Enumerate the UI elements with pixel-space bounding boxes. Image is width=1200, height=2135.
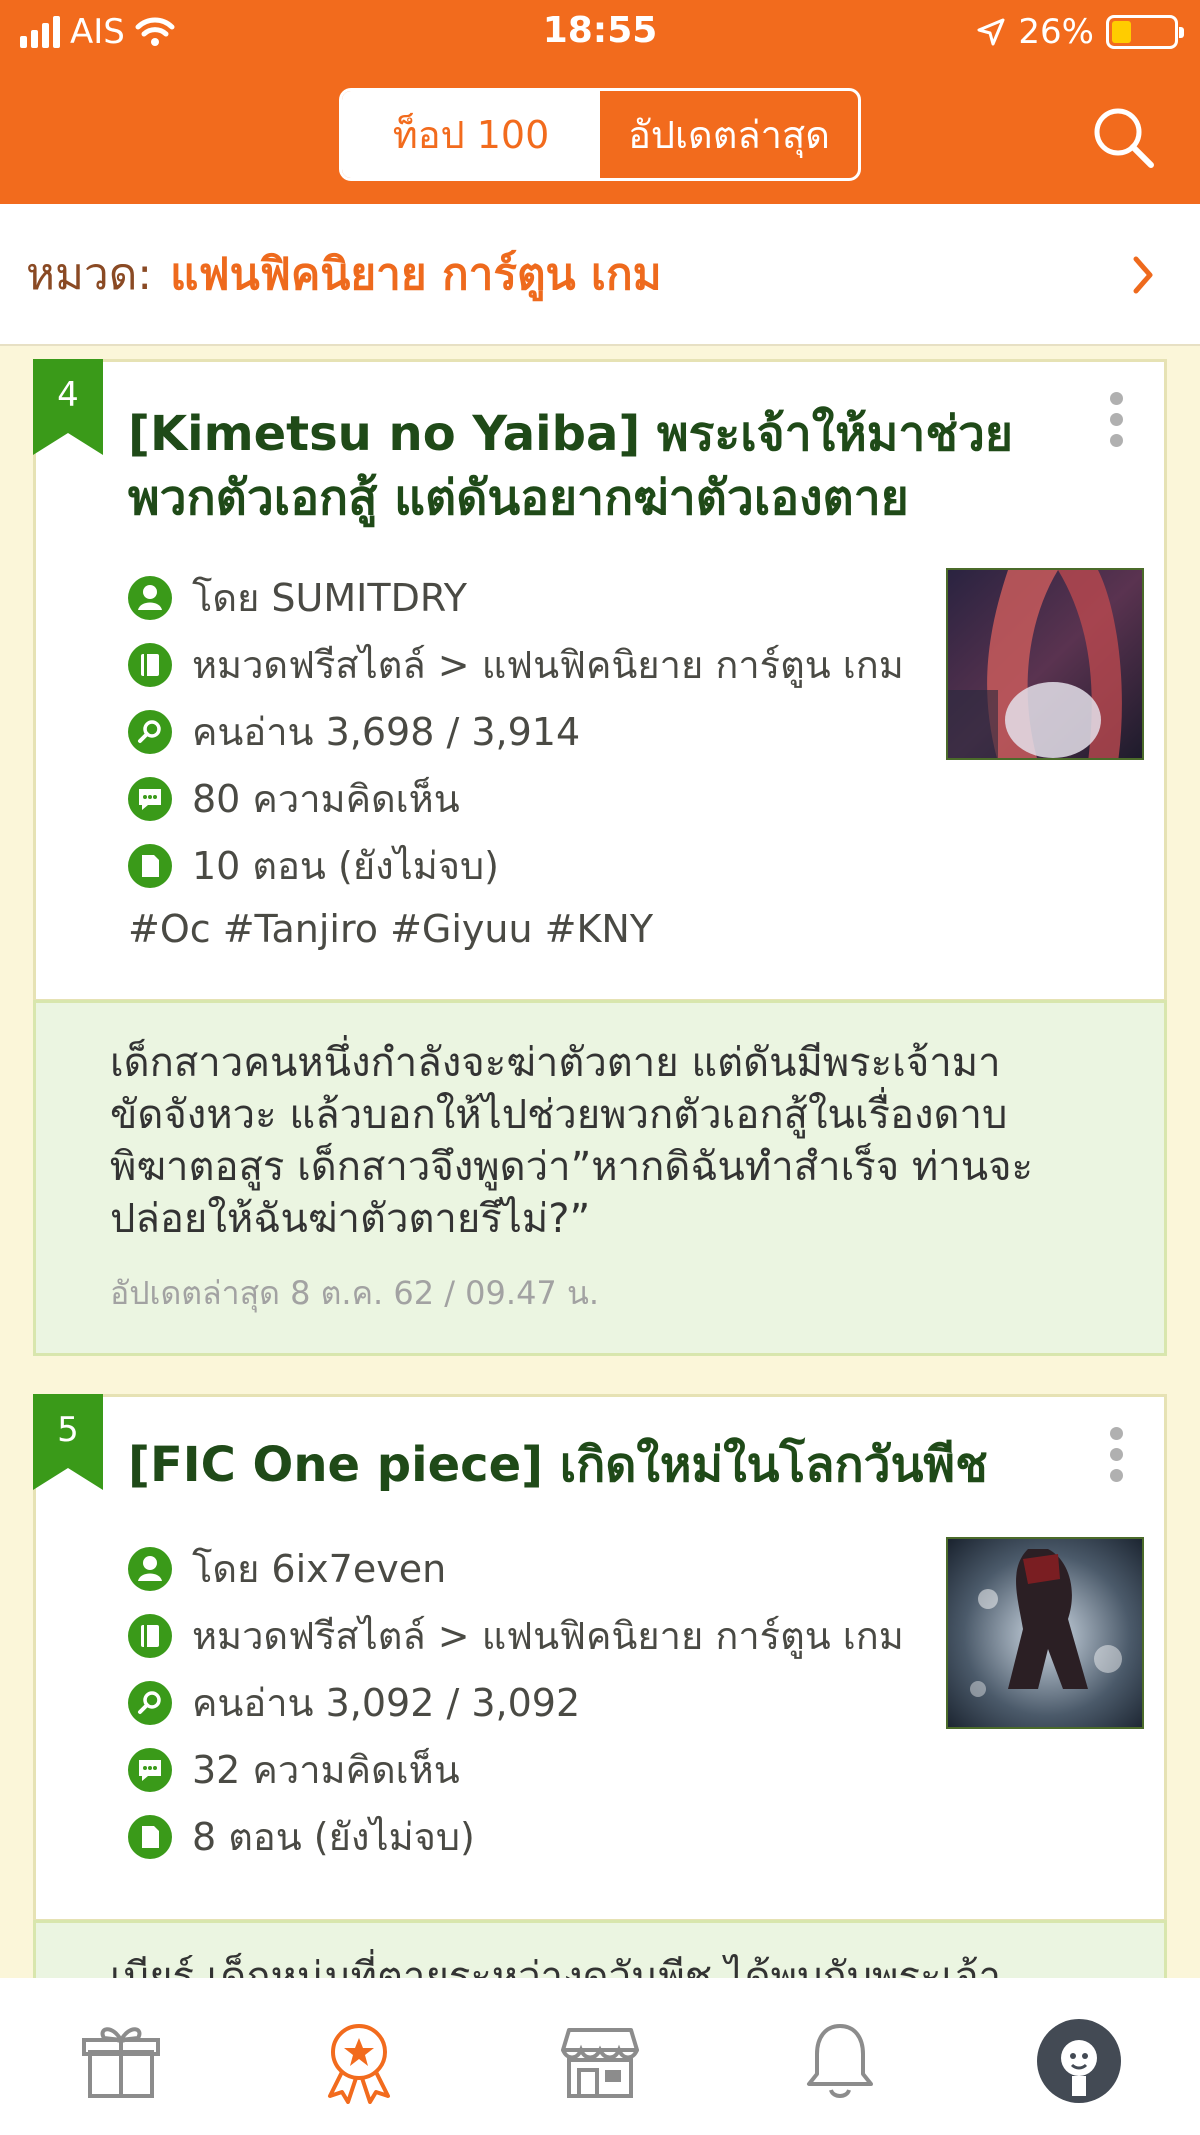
status-right: 26% [976, 12, 1184, 52]
battery-icon [1106, 15, 1184, 49]
category-selector[interactable]: หมวด: แฟนฟิคนิยาย การ์ตูน เกม [0, 204, 1200, 346]
category-name: แฟนฟิคนิยาย การ์ตูน เกม [170, 249, 662, 300]
story-card[interactable]: 5 [FIC One piece] เกิดใหม่ในโลกวันพีช โด… [33, 1394, 1167, 1922]
category-label: หมวดฟรีสไตล์ > แฟนฟิคนิยาย การ์ตูน เกม [192, 643, 904, 687]
cover-art [948, 570, 1142, 758]
episodes-row: 10 ตอน (ยังไม่จบ) [128, 832, 904, 899]
views-row: คนอ่าน 3,698 / 3,914 [128, 698, 904, 765]
views-label: คนอ่าน 3,092 / 3,092 [192, 1681, 581, 1725]
comments-label: 80 ความคิดเห็น [192, 777, 460, 821]
magnifier-icon [128, 709, 172, 754]
book-icon [128, 1613, 172, 1658]
story-meta: โดย SUMITDRY หมวดฟรีสไตล์ > แฟนฟิคนิยาย … [128, 564, 904, 951]
location-arrow-icon [977, 18, 1005, 46]
author-row[interactable]: โดย 6ix7even [128, 1535, 904, 1602]
bell-icon[interactable] [797, 2018, 883, 2104]
rank-number: 4 [57, 375, 79, 415]
search-icon[interactable] [1088, 102, 1158, 172]
author-row[interactable]: โดย SUMITDRY [128, 564, 904, 631]
shop-icon[interactable] [557, 2018, 643, 2104]
tab-latest-update[interactable]: อัปเดตล่าสุด [600, 91, 858, 178]
page-icon [128, 1814, 172, 1859]
comments-label: 32 ความคิดเห็น [192, 1748, 460, 1792]
author-label: โดย SUMITDRY [192, 576, 468, 620]
chevron-right-icon [1133, 256, 1153, 294]
user-icon [128, 1546, 172, 1591]
award-icon[interactable] [316, 2018, 402, 2104]
user-icon [128, 575, 172, 620]
category-row[interactable]: หมวดฟรีสไตล์ > แฟนฟิคนิยาย การ์ตูน เกม [128, 1602, 904, 1669]
story-title[interactable]: [FIC One piece] เกิดใหม่ในโลกวันพีช [128, 1433, 1014, 1497]
page-icon [128, 843, 172, 888]
story-card[interactable]: 4 [Kimetsu no Yaiba] พระเจ้าให้มาช่วยพวก… [33, 359, 1167, 1002]
segmented-control: ท็อป 100 อัปเดตล่าสุด [339, 88, 861, 181]
battery-percent: 26% [1018, 12, 1094, 52]
book-icon [128, 642, 172, 687]
status-bar: AIS 18:55 26% [0, 0, 1200, 68]
more-options-icon[interactable] [1110, 392, 1124, 455]
comment-icon [128, 776, 172, 821]
nav-bar: ท็อป 100 อัปเดตล่าสุด [0, 68, 1200, 204]
tab-bar [0, 1978, 1200, 2135]
story-meta: โดย 6ix7even หมวดฟรีสไตล์ > แฟนฟิคนิยาย … [128, 1535, 904, 1870]
magnifier-icon [128, 1680, 172, 1725]
last-updated: อัปเดตล่าสุด 8 ต.ค. 62 / 09.47 น. [110, 1274, 599, 1312]
tab-top-100[interactable]: ท็อป 100 [342, 91, 600, 178]
story-cover-image[interactable] [946, 568, 1144, 760]
cover-art [948, 1539, 1142, 1727]
summary-text: เด็กสาวคนหนึ่งกำลังจะฆ่าตัวตาย แต่ดันมีพ… [110, 1040, 1034, 1242]
more-options-icon[interactable] [1110, 1427, 1124, 1490]
author-label: โดย 6ix7even [192, 1547, 447, 1591]
story-cover-image[interactable] [946, 1537, 1144, 1729]
episodes-label: 10 ตอน (ยังไม่จบ) [192, 844, 500, 888]
story-title[interactable]: [Kimetsu no Yaiba] พระเจ้าให้มาช่วยพวกตั… [128, 402, 1014, 530]
story-summary[interactable]: เด็กสาวคนหนึ่งกำลังจะฆ่าตัวตาย แต่ดันมีพ… [33, 1000, 1167, 1356]
category-prefix: หมวด: [26, 249, 153, 300]
rank-number: 5 [57, 1410, 79, 1450]
comments-row[interactable]: 80 ความคิดเห็น [128, 765, 904, 832]
category-label: หมวดฟรีสไตล์ > แฟนฟิคนิยาย การ์ตูน เกม [192, 1614, 904, 1658]
comments-row[interactable]: 32 ความคิดเห็น [128, 1736, 904, 1803]
episodes-row: 8 ตอน (ยังไม่จบ) [128, 1803, 904, 1870]
comment-icon [128, 1747, 172, 1792]
category-row[interactable]: หมวดฟรีสไตล์ > แฟนฟิคนิยาย การ์ตูน เกม [128, 631, 904, 698]
episodes-label: 8 ตอน (ยังไม่จบ) [192, 1815, 475, 1859]
views-row: คนอ่าน 3,092 / 3,092 [128, 1669, 904, 1736]
gift-icon[interactable] [78, 2018, 164, 2104]
tags-label[interactable]: #Oc #Tanjiro #Giyuu #KNY [128, 907, 904, 951]
profile-avatar[interactable] [1036, 2018, 1122, 2104]
views-label: คนอ่าน 3,698 / 3,914 [192, 710, 581, 754]
